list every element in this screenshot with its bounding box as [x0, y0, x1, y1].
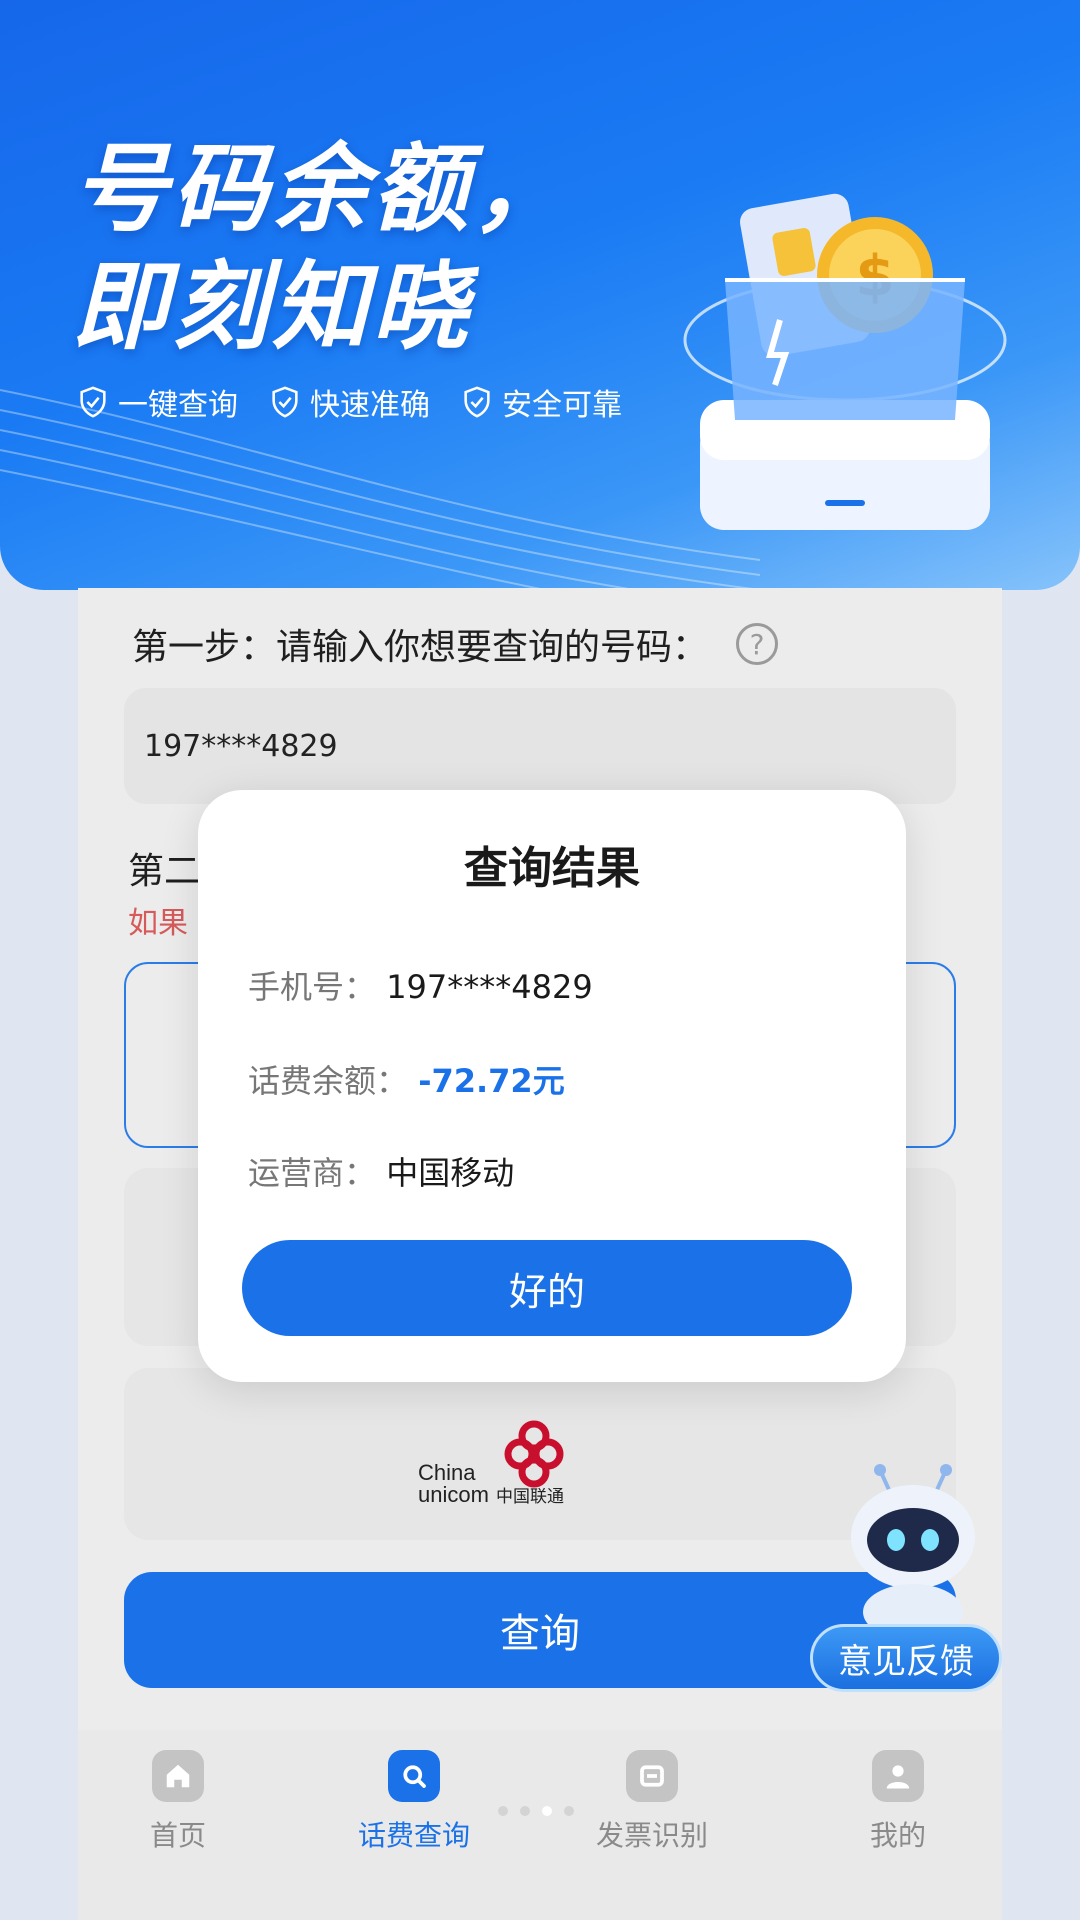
step2-label: 第二: [128, 851, 201, 892]
phone-number-value: 197****4829: [144, 728, 338, 764]
balance-label: 话费余额：: [248, 1062, 409, 1100]
robot-mascot-icon[interactable]: [828, 1462, 998, 1642]
page-dot: [520, 1806, 530, 1816]
page-dot: [498, 1806, 508, 1816]
ok-button[interactable]: 好的: [242, 1240, 852, 1336]
balance-value: -72.72元: [418, 1062, 565, 1100]
search-icon: [388, 1750, 440, 1802]
feature-tags: 一键查询 快速准确 安全可靠: [76, 380, 622, 424]
feature-tag: 一键查询: [76, 380, 238, 424]
result-balance-row: 话费余额： -72.72元: [248, 1056, 565, 1102]
step1-label: 第一步：请输入你想要查询的号码： ?: [132, 618, 779, 670]
shield-check-icon: [272, 386, 298, 418]
feature-tag: 安全可靠: [460, 380, 622, 424]
phone-value: 197****4829: [386, 968, 593, 1006]
phone-label: 手机号：: [248, 968, 377, 1006]
page-dot-active: [542, 1806, 552, 1816]
dialog-title: 查询结果: [464, 843, 640, 894]
banner-title: 号码余额， 即刻知晓: [72, 133, 572, 363]
result-phone-row: 手机号： 197****4829: [248, 962, 593, 1008]
page-dot: [564, 1806, 574, 1816]
tab-mine[interactable]: 我的: [818, 1750, 978, 1854]
svg-text:中国联通: 中国联通: [496, 1487, 564, 1507]
carrier-value: 中国移动: [386, 1154, 515, 1192]
user-icon: [872, 1750, 924, 1802]
china-unicom-logo: China unicom 中国联通: [418, 1420, 564, 1507]
tab-invoice-recognition[interactable]: 发票识别: [572, 1750, 732, 1854]
hero-banner: 号码余额， 即刻知晓 一键查询 快速准确 安全可靠 $: [0, 0, 1080, 590]
phone-number-input[interactable]: 197****4829: [124, 688, 956, 804]
page-indicator: [498, 1806, 574, 1816]
help-icon[interactable]: ?: [736, 623, 779, 665]
shield-check-icon: [80, 386, 106, 418]
feedback-button[interactable]: 意见反馈: [810, 1624, 1002, 1692]
result-dialog: 查询结果 手机号： 197****4829 话费余额： -72.72元 运营商：…: [198, 790, 906, 1382]
tab-balance-query[interactable]: 话费查询: [334, 1750, 494, 1854]
operator-hint: 如果: [128, 906, 188, 941]
svg-text:unicom: unicom: [418, 1482, 489, 1507]
carrier-label: 运营商：: [248, 1154, 377, 1192]
tab-home[interactable]: 首页: [98, 1750, 258, 1854]
invoice-icon: [626, 1750, 678, 1802]
feature-tag: 快速准确: [268, 380, 430, 424]
home-icon: [152, 1750, 204, 1802]
shield-check-icon: [464, 386, 490, 418]
sim-coin-illustration: $: [683, 193, 1007, 530]
result-carrier-row: 运营商： 中国移动: [248, 1148, 514, 1194]
